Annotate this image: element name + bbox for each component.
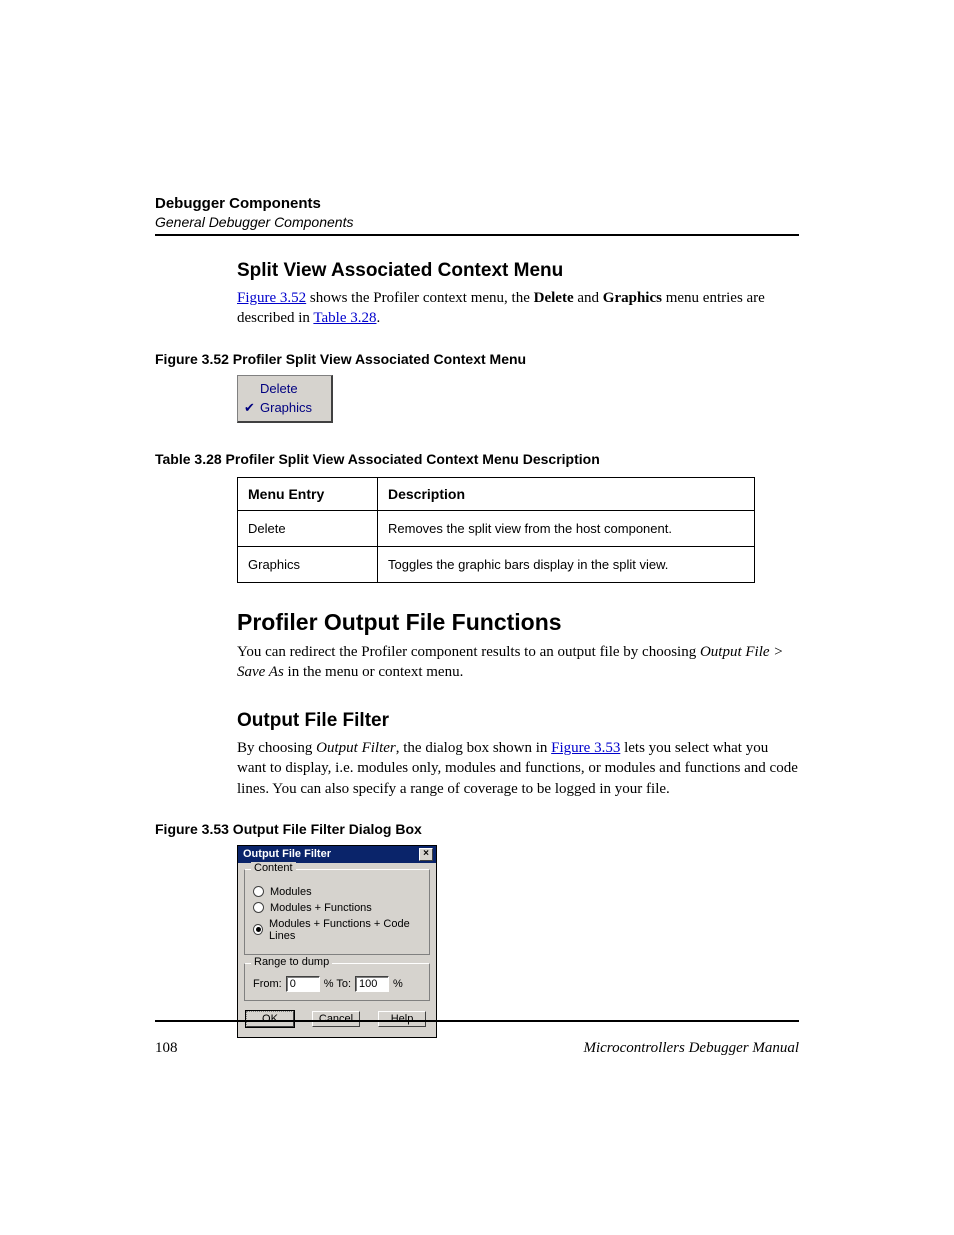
heading-split-view: Split View Associated Context Menu <box>237 260 799 282</box>
from-input[interactable]: 0 <box>286 976 320 992</box>
cell-description: Removes the split view from the host com… <box>378 510 755 546</box>
page-footer: 108 Microcontrollers Debugger Manual <box>155 1040 799 1057</box>
figure-3-53-caption: Figure 3.53 Output File Filter Dialog Bo… <box>155 821 799 837</box>
dialog-titlebar: Output File Filter × <box>238 846 436 863</box>
page-number: 108 <box>155 1040 178 1057</box>
help-button[interactable]: Help <box>378 1011 426 1027</box>
percent-label: % <box>393 978 403 990</box>
paragraph-split-view: Figure 3.52 shows the Profiler context m… <box>237 288 799 329</box>
text: in the menu or context menu. <box>284 664 464 680</box>
check-icon: ✔ <box>244 400 256 416</box>
radio-label: Modules + Functions <box>270 902 372 914</box>
ok-button[interactable]: OK <box>246 1011 294 1027</box>
radio-modules-functions-codelines[interactable]: Modules + Functions + Code Lines <box>253 918 421 942</box>
text: . <box>376 310 380 326</box>
heading-output-file-filter: Output File Filter <box>237 710 799 732</box>
radio-icon <box>253 886 264 897</box>
output-file-filter-dialog: Output File Filter × Content Modules Mod… <box>237 845 437 1038</box>
menu-label: Graphics <box>260 400 312 415</box>
table-3-28-caption: Table 3.28 Profiler Split View Associate… <box>155 451 799 467</box>
table-3-28: Menu Entry Description Delete Removes th… <box>237 477 755 583</box>
link-figure-3-53[interactable]: Figure 3.53 <box>551 740 620 756</box>
dialog-title-text: Output File Filter <box>243 848 331 860</box>
header-chapter: Debugger Components <box>155 195 799 212</box>
figure-3-52-caption: Figure 3.52 Profiler Split View Associat… <box>155 351 799 367</box>
header-subchapter: General Debugger Components <box>155 214 799 230</box>
text: You can redirect the Profiler component … <box>237 644 700 660</box>
link-figure-3-52[interactable]: Figure 3.52 <box>237 290 306 306</box>
table-header-description: Description <box>378 477 755 510</box>
text: and <box>574 290 603 306</box>
text: shows the Profiler context menu, the <box>306 290 533 306</box>
bold-delete: Delete <box>534 290 574 306</box>
close-button[interactable]: × <box>419 848 433 861</box>
table-header-row: Menu Entry Description <box>238 477 755 510</box>
from-label: From: <box>253 978 282 990</box>
table-row: Graphics Toggles the graphic bars displa… <box>238 546 755 582</box>
radio-modules[interactable]: Modules <box>253 886 421 898</box>
text: , the dialog box shown in <box>396 740 551 756</box>
cancel-button[interactable]: Cancel <box>312 1011 360 1027</box>
cell-menu-entry: Graphics <box>238 546 378 582</box>
link-table-3-28[interactable]: Table 3.28 <box>313 310 376 326</box>
menu-item-graphics[interactable]: ✔ Graphics <box>242 398 327 418</box>
cell-menu-entry: Delete <box>238 510 378 546</box>
to-input[interactable]: 100 <box>355 976 389 992</box>
context-menu: Delete ✔ Graphics <box>237 375 333 423</box>
group-range: Range to dump From: 0 % To: 100 % <box>244 963 430 1001</box>
radio-label: Modules <box>270 886 312 898</box>
radio-modules-functions[interactable]: Modules + Functions <box>253 902 421 914</box>
radio-label: Modules + Functions + Code Lines <box>269 918 421 942</box>
header-rule <box>155 234 799 236</box>
group-content-label: Content <box>251 862 296 874</box>
close-icon: × <box>423 849 429 859</box>
menu-item-delete[interactable]: Delete <box>242 379 327 398</box>
manual-title: Microcontrollers Debugger Manual <box>583 1040 799 1057</box>
radio-icon <box>253 924 263 935</box>
group-range-label: Range to dump <box>251 956 332 968</box>
table-row: Delete Removes the split view from the h… <box>238 510 755 546</box>
bold-graphics: Graphics <box>603 290 662 306</box>
table-header-menu-entry: Menu Entry <box>238 477 378 510</box>
radio-icon <box>253 902 264 913</box>
cell-description: Toggles the graphic bars display in the … <box>378 546 755 582</box>
footer-rule <box>155 1020 799 1022</box>
italic-output-filter: Output Filter <box>316 740 396 756</box>
percent-to-label: % To: <box>324 978 351 990</box>
menu-label: Delete <box>260 381 298 396</box>
group-content: Content Modules Modules + Functions Modu… <box>244 869 430 955</box>
text: By choosing <box>237 740 316 756</box>
heading-profiler-output: Profiler Output File Functions <box>237 609 799 636</box>
paragraph-output-file-filter: By choosing Output Filter, the dialog bo… <box>237 738 799 799</box>
paragraph-profiler-output: You can redirect the Profiler component … <box>237 642 799 683</box>
